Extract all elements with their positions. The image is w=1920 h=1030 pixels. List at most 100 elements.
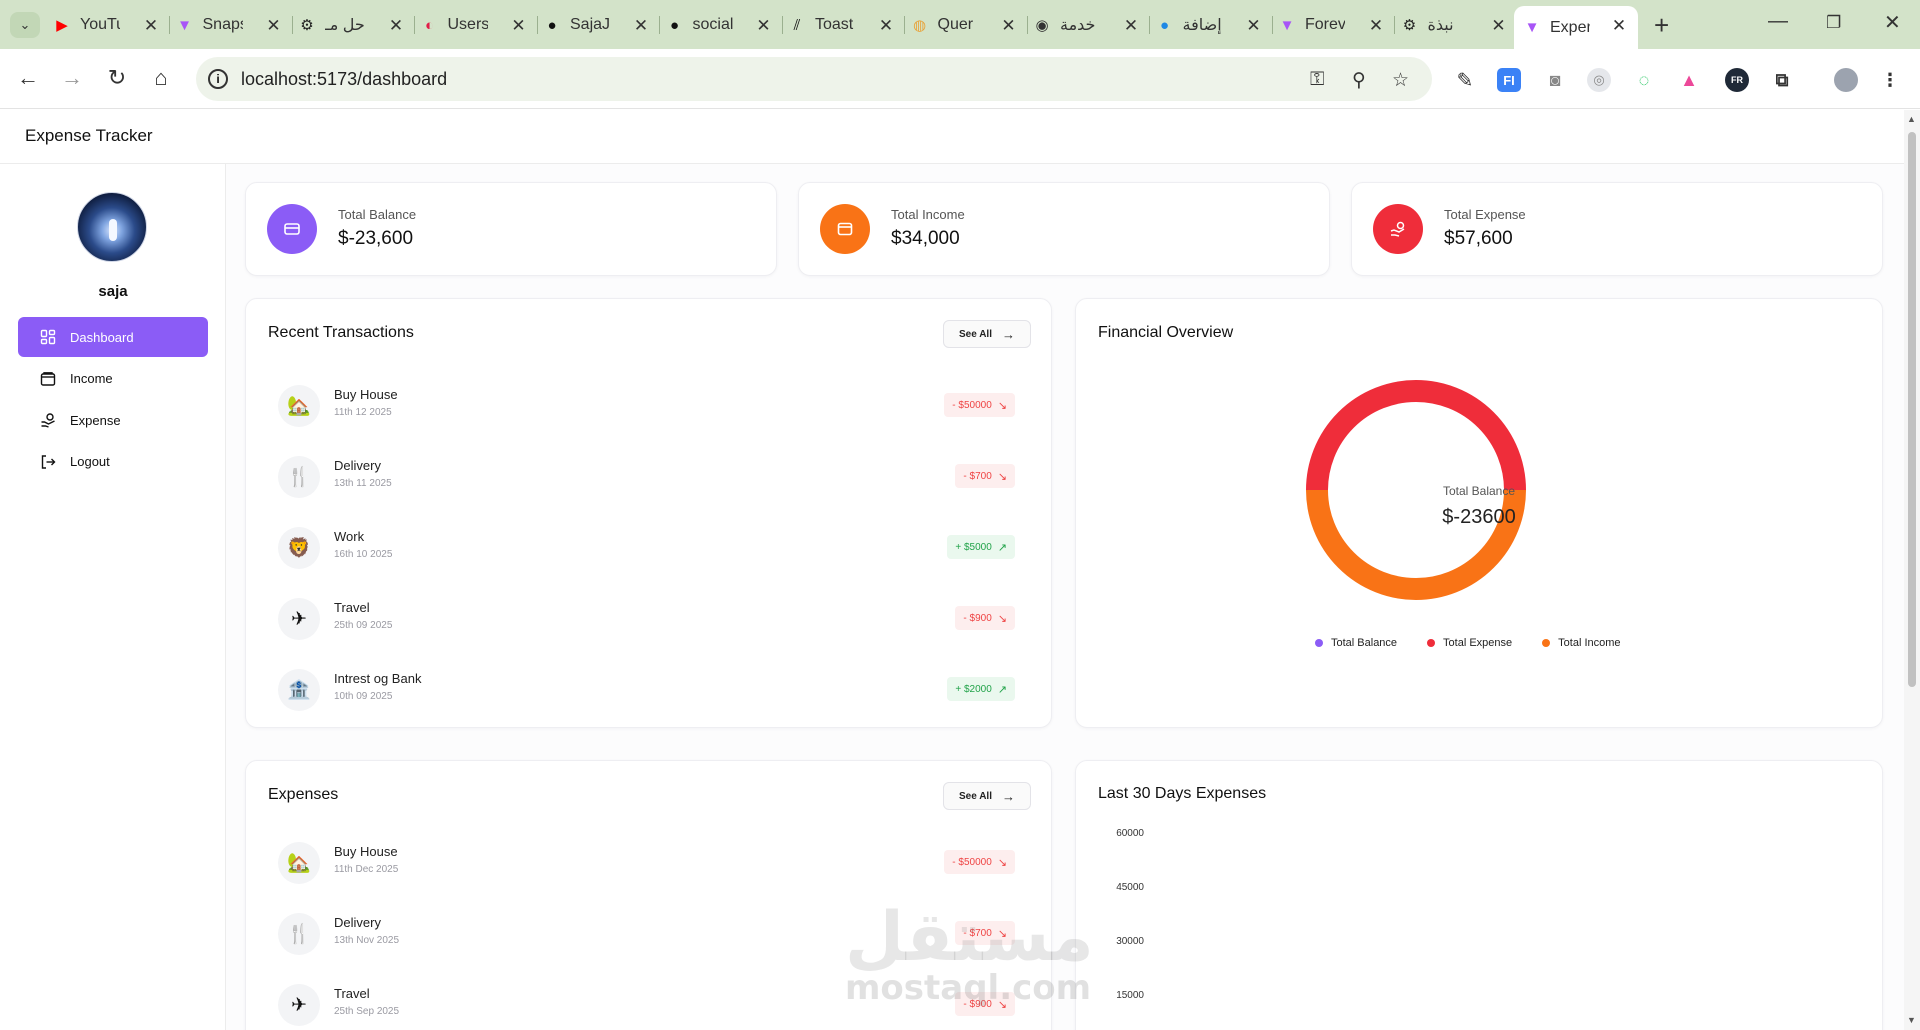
scroll-down-icon[interactable]: ▼ bbox=[1907, 1015, 1916, 1025]
fi-extension-icon[interactable]: FI bbox=[1497, 68, 1521, 92]
user-avatar bbox=[77, 192, 147, 262]
eyedropper-extension-icon[interactable]: ✎ bbox=[1453, 68, 1477, 92]
sidebar-item-expense[interactable]: Expense bbox=[18, 400, 208, 440]
transaction-emoji-icon: 🏡 bbox=[278, 385, 320, 427]
bookmark-star-icon[interactable]: ☆ bbox=[1392, 69, 1409, 92]
gray-extension-icon[interactable]: ◎ bbox=[1587, 68, 1611, 92]
browser-tab[interactable]: ⚙ نبذة ✕ bbox=[1400, 6, 1510, 44]
expenses-see-all-button[interactable]: See All → bbox=[943, 782, 1031, 810]
close-tab-icon[interactable]: ✕ bbox=[1490, 16, 1508, 36]
tab-search-button[interactable]: ⌄ bbox=[10, 12, 40, 38]
transaction-row[interactable]: 🦁 Work 16th 10 2025 + $5000 ↗ bbox=[278, 524, 1015, 570]
tab-separator bbox=[169, 16, 170, 34]
legend-item: Total Balance bbox=[1315, 637, 1397, 649]
reload-button[interactable]: ↻ bbox=[103, 65, 131, 91]
last-30-days-title: Last 30 Days Expenses bbox=[1098, 785, 1267, 802]
tab-separator bbox=[414, 16, 415, 34]
scroll-up-icon[interactable]: ▲ bbox=[1907, 114, 1916, 124]
sidebar-item-income[interactable]: Income bbox=[18, 359, 208, 399]
browser-tab[interactable]: ▼ Snapshot ✕ bbox=[175, 6, 285, 44]
close-tab-icon[interactable]: ✕ bbox=[265, 16, 283, 36]
watermark-arabic: مستقل bbox=[845, 898, 1094, 977]
hand-coins-icon bbox=[1373, 204, 1423, 254]
browser-tab[interactable]: ● SajaJ ✕ bbox=[542, 6, 652, 44]
scroll-thumb[interactable] bbox=[1908, 132, 1916, 687]
browser-tab[interactable]: ◍ Quer ✕ bbox=[910, 6, 1020, 44]
openai-icon: ⚙ bbox=[1402, 17, 1417, 34]
browser-tab[interactable]: ⚙ حل مـ ✕ bbox=[297, 6, 407, 44]
tab-title: Snapshot bbox=[202, 16, 243, 33]
toast-icon: ⫽ bbox=[793, 16, 801, 34]
address-bar[interactable]: i localhost:5173/dashboard ⚿ ⚲ ☆ bbox=[196, 57, 1432, 101]
camera-extension-icon[interactable]: ◙ bbox=[1543, 68, 1567, 92]
transaction-date: 13th 11 2025 bbox=[334, 478, 392, 489]
minimize-button[interactable]: — bbox=[1768, 10, 1788, 33]
forward-button[interactable]: → bbox=[58, 65, 86, 91]
transaction-emoji-icon: 🍴 bbox=[278, 913, 320, 955]
home-button[interactable]: ⌂ bbox=[147, 65, 175, 91]
close-window-button[interactable]: ✕ bbox=[1884, 10, 1901, 35]
tab-separator bbox=[659, 16, 660, 34]
browser-tab[interactable]: ▼ Forev ✕ bbox=[1277, 6, 1387, 44]
triangle-extension-icon[interactable]: ▲ bbox=[1677, 68, 1701, 92]
browser-tab[interactable]: ▶ YouTube ✕ bbox=[52, 6, 162, 44]
close-tab-icon[interactable]: ✕ bbox=[1610, 16, 1628, 36]
site-info-icon[interactable]: i bbox=[208, 69, 228, 89]
url-text[interactable]: localhost:5173/dashboard bbox=[241, 69, 447, 90]
browser-toolbar: ← → ↻ ⌂ i localhost:5173/dashboard ⚿ ⚲ ☆… bbox=[0, 49, 1920, 109]
transaction-row[interactable]: ✈ Travel 25th 09 2025 - $900 ↘ bbox=[278, 595, 1015, 641]
browser-tab[interactable]: ● social ✕ bbox=[665, 6, 775, 44]
browser-tab[interactable]: ◐ Users ✕ bbox=[420, 6, 530, 44]
sidebar-item-label: Expense bbox=[70, 412, 121, 428]
sidebar-item-label: Dashboard bbox=[70, 329, 134, 345]
sidebar-item-logout[interactable]: Logout bbox=[18, 442, 208, 482]
sidebar-item-dashboard[interactable]: Dashboard bbox=[18, 317, 208, 357]
menu-kebab-icon[interactable]: ⋮ bbox=[1878, 68, 1902, 92]
query-icon: ◍ bbox=[912, 17, 927, 34]
expenses-title: Expenses bbox=[268, 786, 339, 803]
close-tab-icon[interactable]: ✕ bbox=[142, 16, 160, 36]
vite-icon: ▼ bbox=[1279, 16, 1295, 34]
close-tab-icon[interactable]: ✕ bbox=[877, 16, 895, 36]
arrow-right-icon: → bbox=[1001, 326, 1015, 342]
transaction-row[interactable]: 🏡 Buy House 11th Dec 2025 - $50000 ↘ bbox=[278, 839, 1015, 885]
profile-avatar[interactable] bbox=[1834, 68, 1858, 92]
back-button[interactable]: ← bbox=[14, 65, 42, 91]
tab-separator bbox=[291, 16, 293, 34]
transaction-row[interactable]: 🏡 Buy House 11th 12 2025 - $50000 ↘ bbox=[278, 382, 1015, 428]
transaction-emoji-icon: ✈ bbox=[278, 598, 320, 640]
zoom-icon[interactable]: ⚲ bbox=[1352, 69, 1366, 92]
close-tab-icon[interactable]: ✕ bbox=[1367, 16, 1385, 36]
transaction-emoji-icon: 🏦 bbox=[278, 669, 320, 711]
close-tab-icon[interactable]: ✕ bbox=[1000, 16, 1018, 36]
browser-tab[interactable]: ◉ خدمة ✕ bbox=[1032, 6, 1142, 44]
tab-title: Toast bbox=[815, 16, 854, 33]
password-key-icon[interactable]: ⚿ bbox=[1310, 69, 1324, 91]
browser-tab[interactable]: ⫽ Toast ✕ bbox=[787, 6, 897, 44]
new-tab-button[interactable]: + bbox=[1654, 10, 1669, 41]
fr-extension-icon[interactable]: FR bbox=[1725, 68, 1749, 92]
browser-tab[interactable]: ▼ Expen ✕ bbox=[1514, 6, 1638, 49]
trend-down-icon: ↘ bbox=[997, 856, 1007, 869]
donut-center-value: $-23600 bbox=[1442, 506, 1515, 528]
browser-tab[interactable]: ● إضافة ✕ bbox=[1155, 6, 1265, 44]
close-tab-icon[interactable]: ✕ bbox=[387, 16, 405, 36]
legend-label: Total Balance bbox=[1331, 637, 1398, 649]
trend-down-icon: ↘ bbox=[997, 612, 1007, 625]
recent-see-all-button[interactable]: See All → bbox=[943, 320, 1031, 348]
close-tab-icon[interactable]: ✕ bbox=[1245, 16, 1263, 36]
vite-icon: ▼ bbox=[177, 16, 192, 34]
transaction-date: 16th 10 2025 bbox=[334, 549, 393, 560]
green-circle-extension-icon[interactable]: ◌ bbox=[1632, 68, 1656, 92]
transaction-row[interactable]: 🏦 Intrest og Bank 10th 09 2025 + $2000 ↗ bbox=[278, 666, 1015, 712]
close-tab-icon[interactable]: ✕ bbox=[632, 16, 650, 36]
restore-button[interactable]: ❐ bbox=[1826, 13, 1841, 33]
card-icon bbox=[267, 204, 317, 254]
stat-card-total-income: Total Income $34,000 bbox=[798, 182, 1330, 276]
transaction-row[interactable]: 🍴 Delivery 13th 11 2025 - $700 ↘ bbox=[278, 453, 1015, 499]
close-tab-icon[interactable]: ✕ bbox=[1122, 16, 1140, 36]
close-tab-icon[interactable]: ✕ bbox=[510, 16, 528, 36]
close-tab-icon[interactable]: ✕ bbox=[755, 16, 773, 36]
extensions-puzzle-icon[interactable]: ⧉ bbox=[1770, 68, 1794, 92]
page-scrollbar[interactable]: ▲ ▼ bbox=[1904, 110, 1920, 1030]
